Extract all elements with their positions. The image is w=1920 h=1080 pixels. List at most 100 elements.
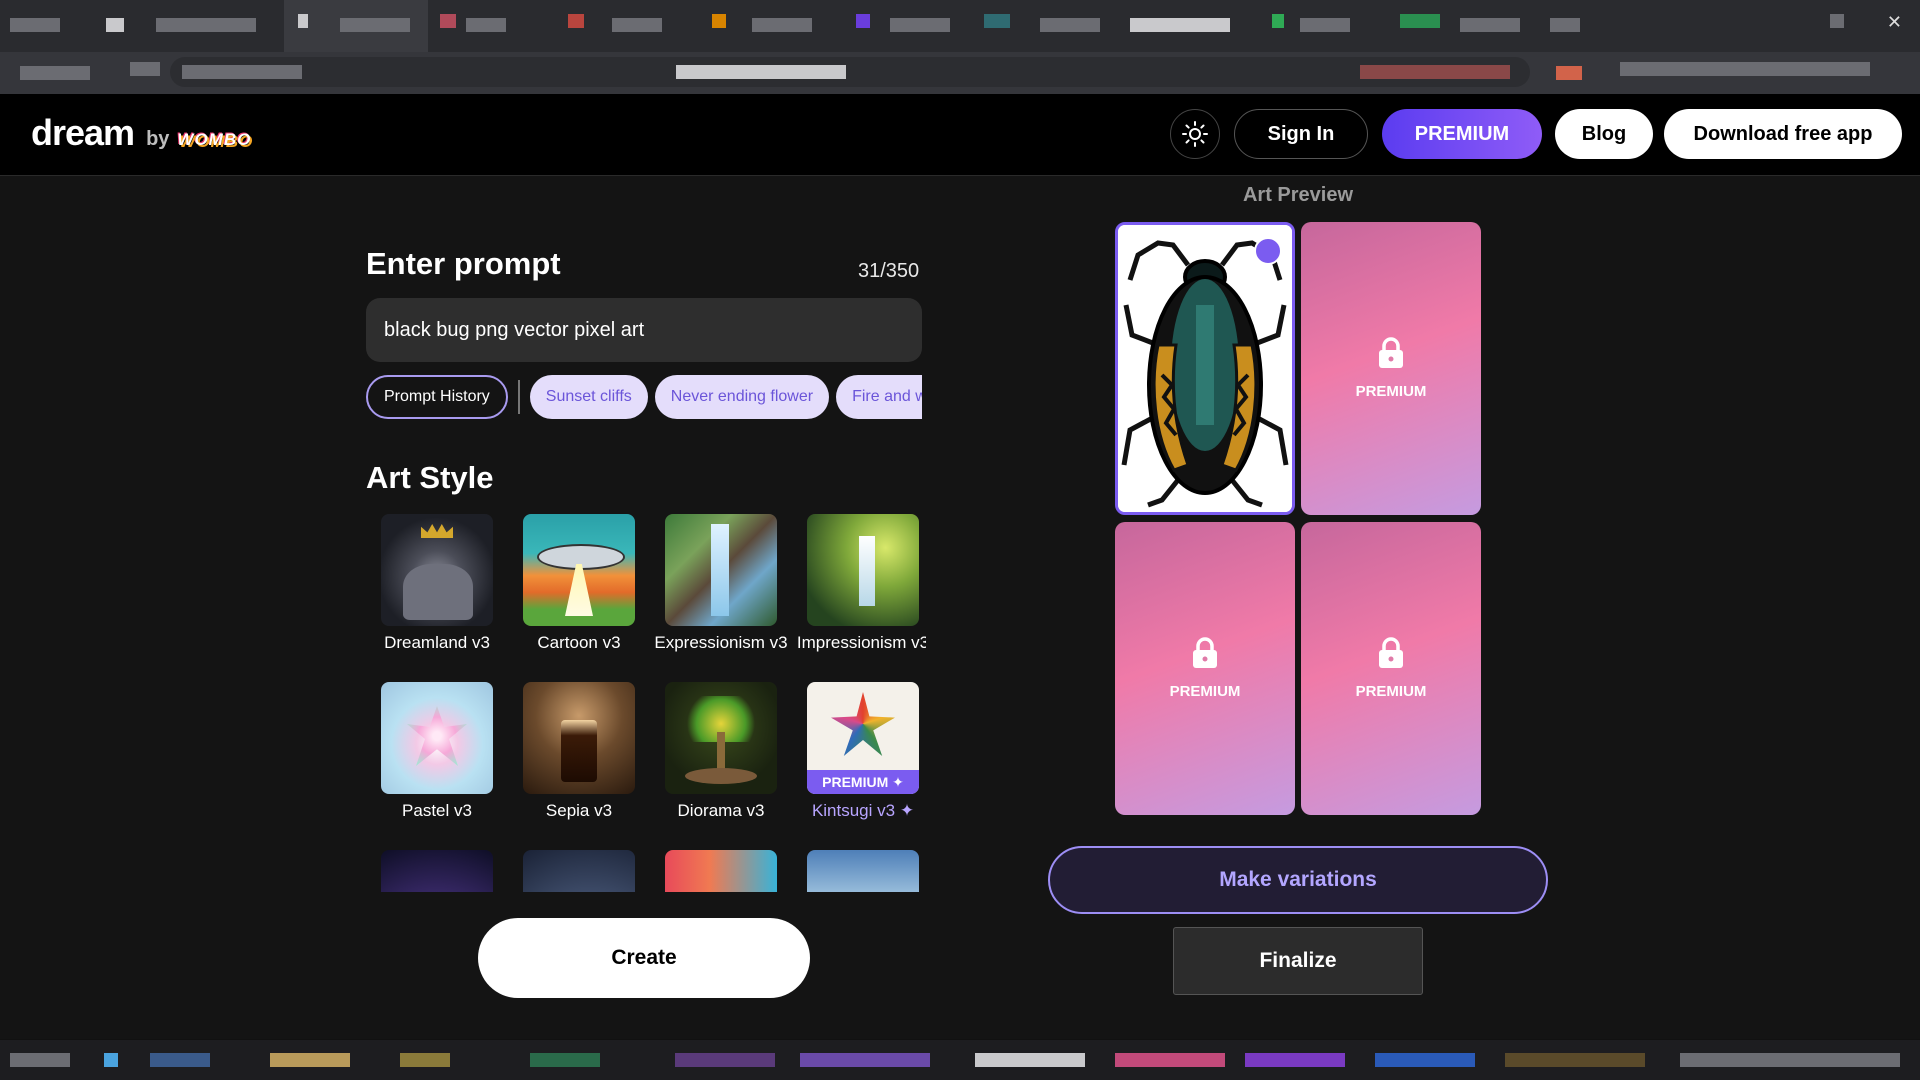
lock-icon xyxy=(1379,637,1403,668)
preview-locked[interactable]: PREMIUM xyxy=(1115,522,1295,815)
tab-placeholder[interactable] xyxy=(856,14,870,28)
style-thumbnail xyxy=(381,514,493,626)
nav-placeholder[interactable] xyxy=(20,66,90,80)
lock-icon xyxy=(1193,637,1217,668)
art-style-grid: Dreamland v3 Cartoon v3 Expressionism v3… xyxy=(366,512,926,892)
taskbar-placeholder[interactable] xyxy=(1505,1053,1645,1067)
style-tile-partial[interactable] xyxy=(508,848,650,892)
close-icon[interactable]: ✕ xyxy=(1887,12,1902,33)
style-label: Kintsugi v3 ✦ xyxy=(811,801,915,820)
taskbar-placeholder[interactable] xyxy=(1375,1053,1475,1067)
premium-badge: PREMIUM ✦ xyxy=(807,770,919,794)
taskbar-placeholder[interactable] xyxy=(1680,1053,1900,1067)
style-thumbnail: PREMIUM ✦ xyxy=(807,682,919,794)
tab-placeholder[interactable] xyxy=(612,18,662,32)
style-kintsugi[interactable]: PREMIUM ✦ Kintsugi v3 ✦ xyxy=(792,680,926,821)
style-label: Impressionism v3 xyxy=(796,633,926,652)
finalize-button[interactable]: Finalize xyxy=(1173,927,1423,995)
lock-icon xyxy=(1379,337,1403,368)
style-label: Dreamland v3 xyxy=(384,633,490,652)
style-sepia[interactable]: Sepia v3 xyxy=(508,680,650,821)
tab-placeholder[interactable] xyxy=(752,18,812,32)
tab-placeholder[interactable] xyxy=(1550,18,1580,32)
taskbar-placeholder[interactable] xyxy=(400,1053,450,1067)
style-label: Expressionism v3 xyxy=(654,633,788,652)
prompt-title: Enter prompt xyxy=(366,246,561,281)
taskbar-placeholder[interactable] xyxy=(800,1053,930,1067)
sign-in-button[interactable]: Sign In xyxy=(1234,109,1368,159)
art-preview-title: Art Preview xyxy=(1242,184,1354,206)
blog-button[interactable]: Blog xyxy=(1555,109,1653,159)
style-label: Diorama v3 xyxy=(677,801,765,820)
tab-placeholder[interactable] xyxy=(466,18,506,32)
style-thumbnail xyxy=(665,682,777,794)
browser-address-bar: ⤓ xyxy=(0,52,1920,132)
style-dreamland[interactable]: Dreamland v3 xyxy=(366,512,508,653)
taskbar-placeholder[interactable] xyxy=(1115,1053,1225,1067)
tab-placeholder[interactable] xyxy=(106,18,124,32)
tab-placeholder[interactable] xyxy=(984,14,1010,28)
chip-divider xyxy=(517,380,520,414)
tab-placeholder[interactable] xyxy=(1272,14,1284,28)
taskbar-placeholder[interactable] xyxy=(530,1053,600,1067)
logo-by: by xyxy=(146,128,170,150)
browser-tabstrip: ✕ xyxy=(0,0,1920,52)
tab-placeholder[interactable] xyxy=(1400,14,1440,28)
preview-locked[interactable]: PREMIUM xyxy=(1301,222,1481,515)
prompt-history-chip[interactable]: Prompt History xyxy=(366,375,508,419)
taskbar-placeholder[interactable] xyxy=(104,1053,118,1067)
suggestion-chip[interactable]: Fire and water xyxy=(836,375,922,419)
style-diorama[interactable]: Diorama v3 xyxy=(650,680,792,821)
extension-placeholder[interactable] xyxy=(1620,62,1870,76)
suggestion-chip[interactable]: Never ending flower xyxy=(654,375,830,419)
tab-placeholder[interactable] xyxy=(1830,14,1844,28)
suggestion-chip[interactable]: Sunset cliffs xyxy=(529,375,648,419)
tab-placeholder[interactable] xyxy=(440,14,456,28)
style-pastel[interactable]: Pastel v3 xyxy=(366,680,508,821)
preview-selected[interactable] xyxy=(1115,222,1295,515)
style-thumbnail xyxy=(807,514,919,626)
taskbar-placeholder[interactable] xyxy=(10,1053,70,1067)
tab-placeholder[interactable] xyxy=(1300,18,1350,32)
tab-placeholder[interactable] xyxy=(298,14,308,28)
style-tile-partial[interactable] xyxy=(650,848,792,892)
tab-placeholder[interactable] xyxy=(340,18,410,32)
style-tile-partial[interactable] xyxy=(366,848,508,892)
style-impressionism[interactable]: Impressionism v3 xyxy=(792,512,926,653)
style-cartoon[interactable]: Cartoon v3 xyxy=(508,512,650,653)
logo[interactable]: dream by WOMBO xyxy=(31,112,251,154)
premium-button[interactable]: PREMIUM xyxy=(1382,109,1542,159)
style-label: Cartoon v3 xyxy=(537,633,621,652)
taskbar-placeholder[interactable] xyxy=(675,1053,775,1067)
style-label: Sepia v3 xyxy=(545,801,613,820)
extension-placeholder[interactable] xyxy=(1556,66,1582,80)
tab-placeholder[interactable] xyxy=(156,18,256,32)
make-variations-button[interactable]: Make variations xyxy=(1048,846,1548,914)
taskbar-placeholder[interactable] xyxy=(270,1053,350,1067)
download-app-button[interactable]: Download free app xyxy=(1664,109,1902,159)
nav-placeholder[interactable] xyxy=(130,62,160,76)
tab-placeholder[interactable] xyxy=(1130,18,1230,32)
taskbar-placeholder[interactable] xyxy=(1245,1053,1345,1067)
tab-placeholder[interactable] xyxy=(1040,18,1100,32)
style-expressionism[interactable]: Expressionism v3 xyxy=(650,512,792,653)
tab-placeholder[interactable] xyxy=(712,14,726,28)
taskbar-placeholder[interactable] xyxy=(150,1053,210,1067)
preview-locked[interactable]: PREMIUM xyxy=(1301,522,1481,815)
style-thumbnail xyxy=(665,514,777,626)
tab-placeholder[interactable] xyxy=(890,18,950,32)
tab-placeholder[interactable] xyxy=(10,18,60,32)
os-taskbar xyxy=(0,1039,1920,1080)
url-text-placeholder xyxy=(182,65,302,79)
tab-placeholder[interactable] xyxy=(1460,18,1520,32)
taskbar-placeholder[interactable] xyxy=(975,1053,1085,1067)
theme-toggle-button[interactable] xyxy=(1170,109,1220,159)
prompt-input[interactable] xyxy=(366,298,922,362)
style-tile-partial[interactable] xyxy=(792,848,926,892)
tab-placeholder[interactable] xyxy=(568,14,584,28)
style-thumbnail xyxy=(523,682,635,794)
char-count: 31/350 xyxy=(858,260,920,282)
create-button[interactable]: Create xyxy=(478,918,810,998)
premium-label: PREMIUM xyxy=(1169,683,1241,700)
url-field[interactable] xyxy=(170,57,1530,87)
